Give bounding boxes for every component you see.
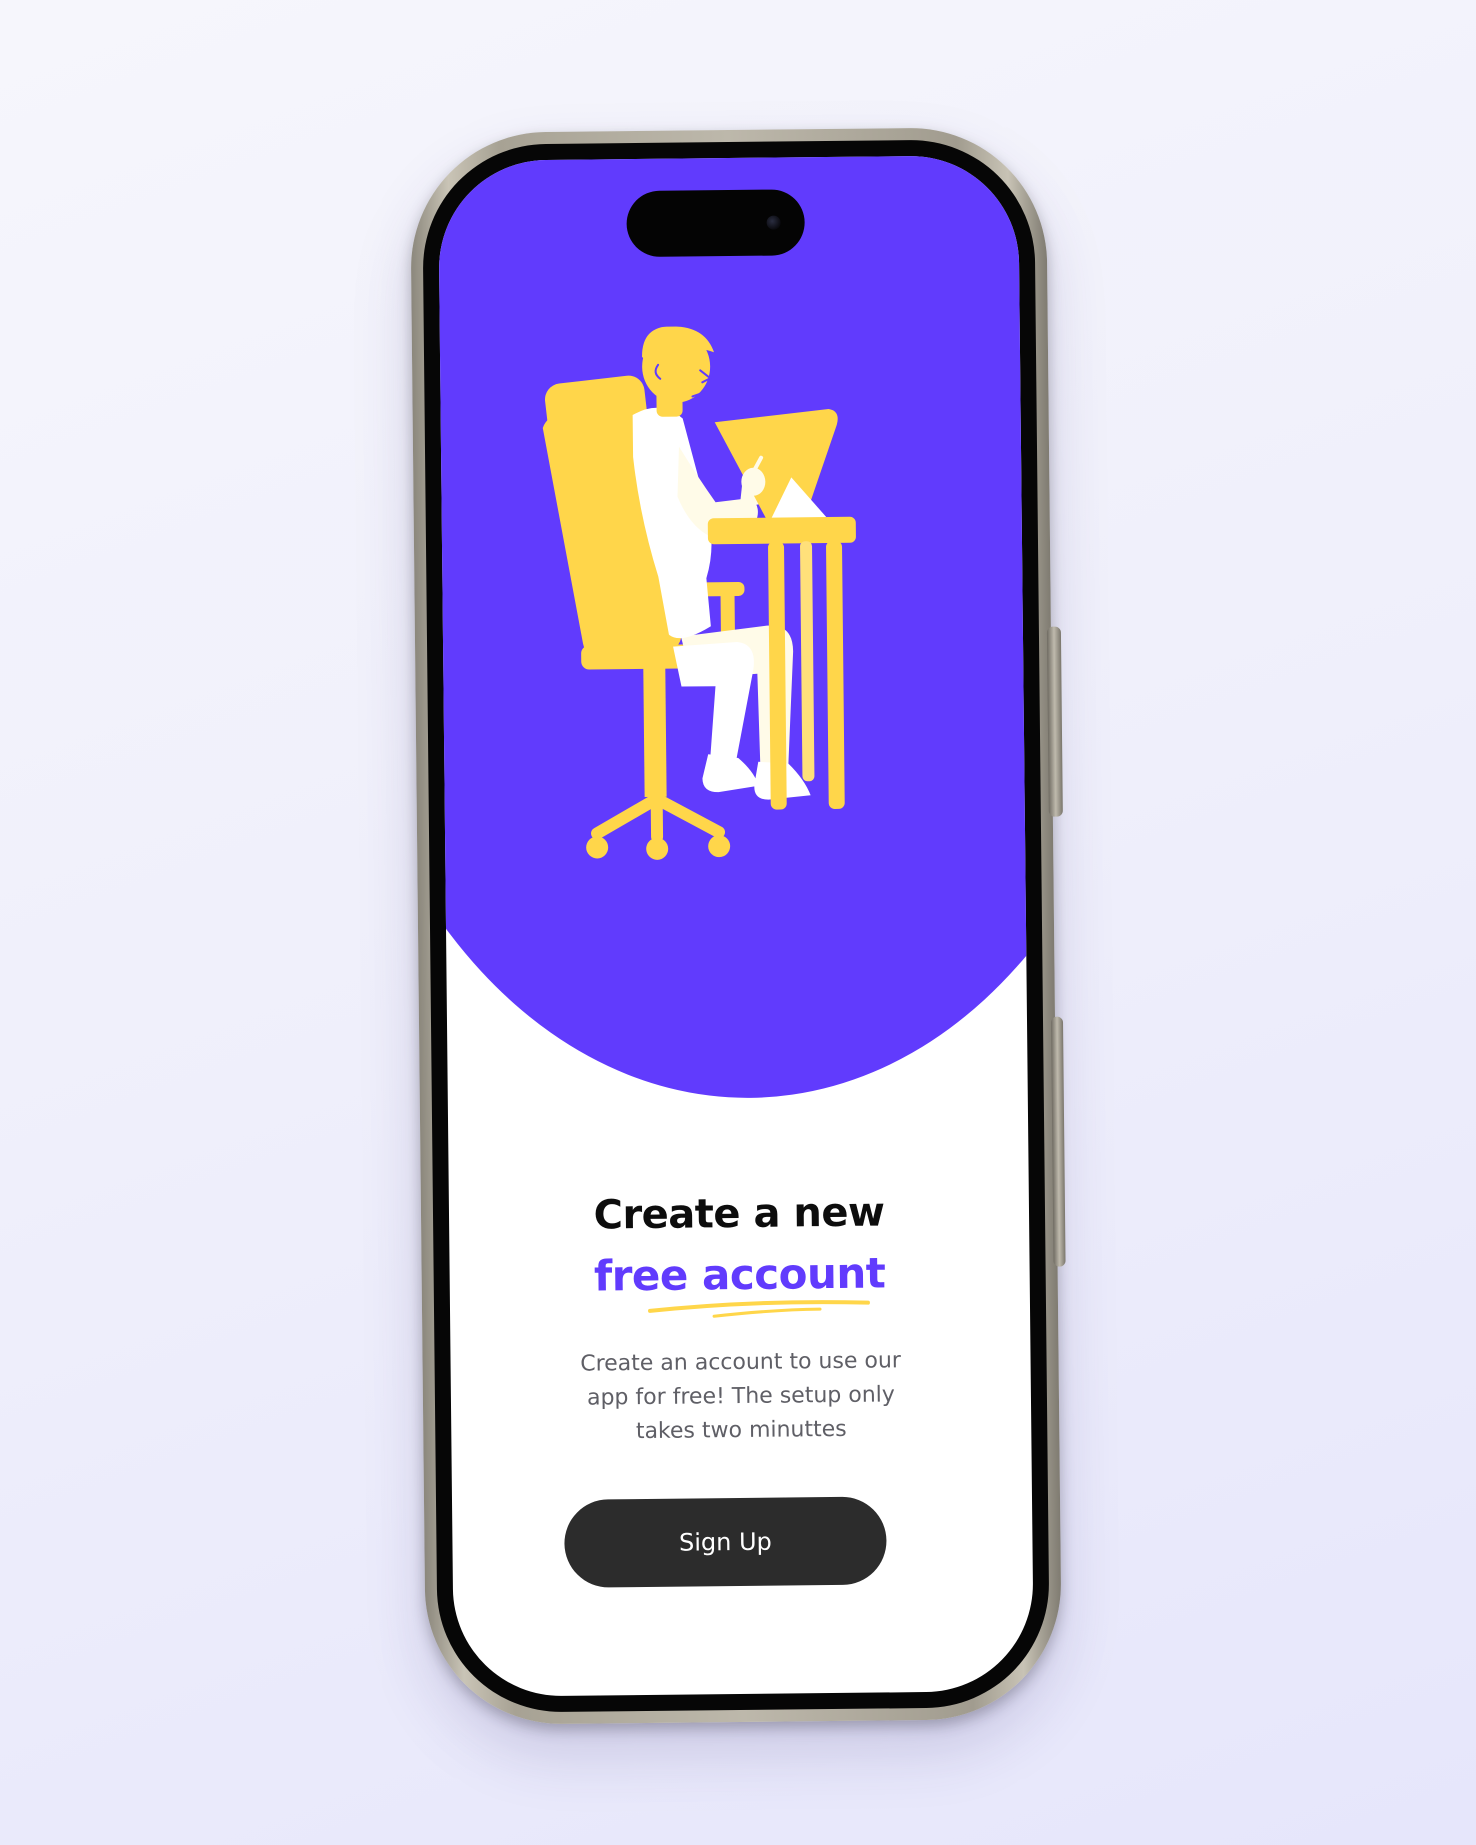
phone-frame: Create a new free account Create an acco… xyxy=(409,126,1066,1726)
phone-action-button xyxy=(1046,626,1063,817)
onboarding-text: Create a new free account Create an acco… xyxy=(449,1185,1032,1451)
headline: Create a new xyxy=(593,1189,885,1239)
headline-accent-wrap: free account xyxy=(593,1246,886,1318)
person-drawing-illustration xyxy=(542,326,856,860)
sign-up-button[interactable]: Sign Up xyxy=(563,1496,887,1588)
front-camera-icon xyxy=(766,215,781,230)
dynamic-island xyxy=(626,189,805,258)
headline-accent: free account xyxy=(593,1248,886,1301)
phone-bezel: Create a new free account Create an acco… xyxy=(421,138,1051,1714)
description: Create an account to use our app for fre… xyxy=(580,1348,902,1445)
phone-screen: Create a new free account Create an acco… xyxy=(437,155,1035,1697)
phone-side-button xyxy=(1050,1016,1066,1267)
underline-swoosh-icon xyxy=(648,1300,871,1318)
